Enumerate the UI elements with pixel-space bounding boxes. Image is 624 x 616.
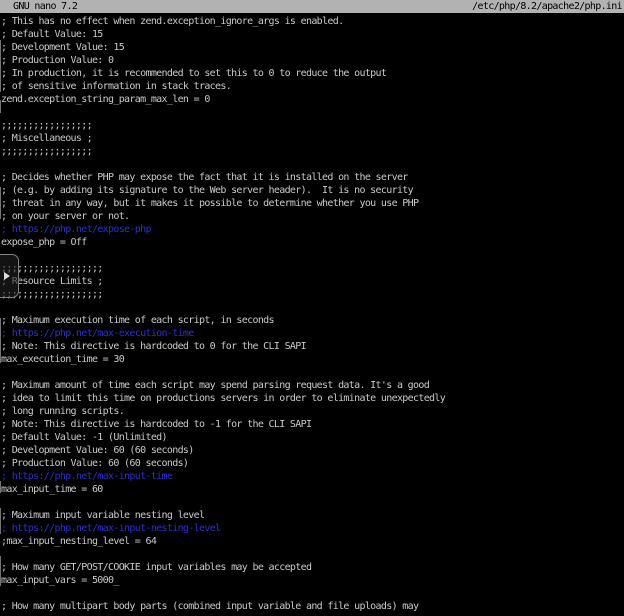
- editor-line: ;;;;;;;;;;;;;;;;;;;: [1, 262, 623, 275]
- editor-line: ; Development Value: 15: [1, 41, 623, 54]
- editor-line: [1, 496, 623, 509]
- editor-line: max_input_vars = 5000_: [1, 574, 623, 587]
- editor-line: ;;;;;;;;;;;;;;;;;;;: [1, 288, 623, 301]
- editor-line: ; Maximum execution time of each script,…: [1, 314, 623, 327]
- editor-line: expose_php = Off: [1, 236, 623, 249]
- editor-line: ;;;;;;;;;;;;;;;;;: [1, 119, 623, 132]
- app-version-label: GNU nano 7.2: [13, 0, 77, 13]
- editor-line: ; Decides whether PHP may expose the fac…: [1, 171, 623, 184]
- editor-line: [1, 548, 623, 561]
- editor-line: [1, 587, 623, 600]
- editor-line: [1, 301, 623, 314]
- editor-line: ; Resource Limits ;: [1, 275, 623, 288]
- editor-line: ;max_input_nesting_level = 64: [1, 535, 623, 548]
- editor-line: ; Maximum amount of time each script may…: [1, 379, 623, 392]
- editor-line-url: ; https://php.net/expose-php: [1, 223, 623, 236]
- editor-line: ; Default Value: -1 (Unlimited): [1, 431, 623, 444]
- editor-line: ; In production, it is recommended to se…: [1, 67, 623, 80]
- screen-refresh-artifact: [0, 318, 1, 363]
- editor-line: [1, 158, 623, 171]
- editor-line: max_execution_time = 30: [1, 353, 623, 366]
- editor-line-url: ; https://php.net/max-input-time: [1, 470, 623, 483]
- editor-line: ; on your server or not.: [1, 210, 623, 223]
- editor-line: ; of sensitive information in stack trac…: [1, 80, 623, 93]
- editor-line-url: ; https://php.net/max-input-nesting-leve…: [1, 522, 623, 535]
- editor-line: ; Development Value: 60 (60 seconds): [1, 444, 623, 457]
- screen-refresh-artifact: [0, 187, 1, 219]
- editor-screen[interactable]: ; This has no effect when zend.exception…: [1, 15, 623, 613]
- editor-line: [1, 249, 623, 262]
- editor-line: ; Maximum input variable nesting level: [1, 509, 623, 522]
- editor-line-url: ; https://php.net/max-execution-time: [1, 327, 623, 340]
- screen-refresh-artifact: [0, 481, 1, 493]
- screen-refresh-artifact: [0, 100, 1, 113]
- editor-line: ; threat in any way, but it makes it pos…: [1, 197, 623, 210]
- editor-line: ; Production Value: 0: [1, 54, 623, 67]
- file-path-label: /etc/php/8.2/apache2/php.ini: [472, 0, 622, 13]
- editor-line: ; How many multipart body parts (combine…: [1, 600, 623, 613]
- editor-line: zend.exception_string_param_max_len = 0: [1, 93, 623, 106]
- text-cursor: _: [113, 575, 118, 586]
- screen-refresh-artifact: [0, 556, 1, 586]
- editor-line: [1, 106, 623, 119]
- nano-titlebar: GNU nano 7.2 /etc/php/8.2/apache2/php.in…: [0, 0, 624, 13]
- editor-line: ; This has no effect when zend.exception…: [1, 15, 623, 28]
- editor-line: ; idea to limit this time on productions…: [1, 392, 623, 405]
- editor-line: ; Note: This directive is hardcoded to 0…: [1, 340, 623, 353]
- editor-line: max_input_time = 60: [1, 483, 623, 496]
- editor-line: ; Miscellaneous ;: [1, 132, 623, 145]
- editor-line: ; Default Value: 15: [1, 28, 623, 41]
- novnc-control-bar-handle[interactable]: [0, 254, 19, 298]
- screen-refresh-artifact: [0, 40, 1, 92]
- editor-line: ; long running scripts.: [1, 405, 623, 418]
- editor-line: ; Production Value: 60 (60 seconds): [1, 457, 623, 470]
- editor-line: ; How many GET/POST/COOKIE input variabl…: [1, 561, 623, 574]
- editor-line: ;;;;;;;;;;;;;;;;;: [1, 145, 623, 158]
- editor-line: ; Note: This directive is hardcoded to -…: [1, 418, 623, 431]
- screen-refresh-artifact: [0, 508, 1, 534]
- editor-line: ; (e.g. by adding its signature to the W…: [1, 184, 623, 197]
- editor-line: [1, 366, 623, 379]
- right-arrow-icon: [4, 272, 10, 280]
